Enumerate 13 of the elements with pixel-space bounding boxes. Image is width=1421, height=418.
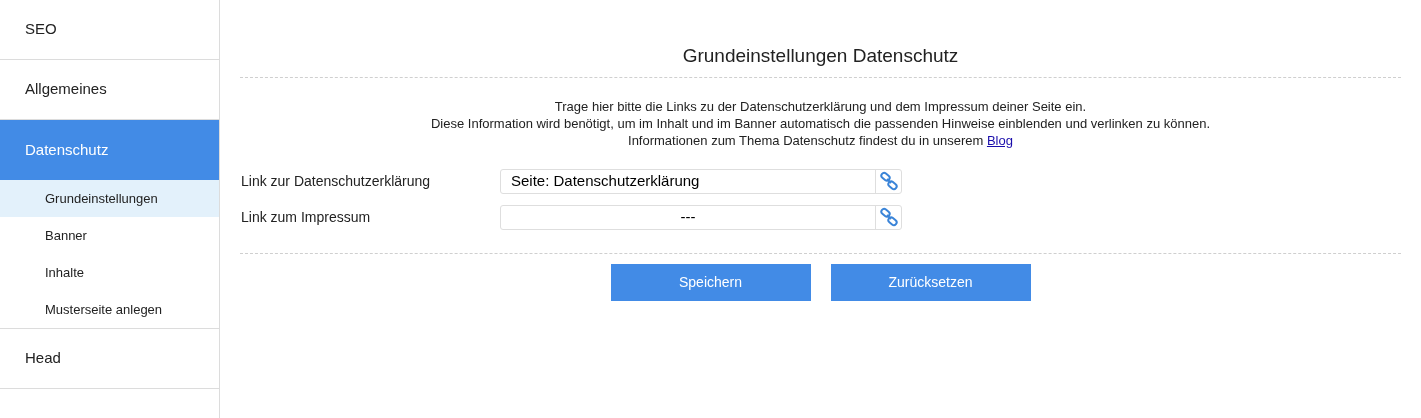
field-label: Link zum Impressum xyxy=(240,207,372,227)
description-text: Trage hier bitte die Links zu der Datenschutzerklärung und dem Impressum deiner Seite ein. Diese Information wird benötigt, um im Inhalt und im Banner automatisch die passenden Hinweise einblenden und verlinken zu können. Informationen zum Thema Datenschutz findest du in unserem Blog xyxy=(430,97,1211,149)
link-icon[interactable] xyxy=(878,171,899,191)
page-title: Grundeinstellungen Datenschutz xyxy=(681,44,960,68)
sidebar-subitem[interactable]: Musterseite anlegen xyxy=(0,291,219,328)
sidebar-subitem[interactable]: Inhalte xyxy=(0,254,219,291)
sidebar-subitem[interactable]: Banner xyxy=(0,217,219,254)
sidebar-item[interactable]: SEO xyxy=(0,0,219,60)
link-icon[interactable] xyxy=(878,207,899,227)
sidebar-subitem[interactable]: Grundeinstellungen xyxy=(0,180,219,217)
field-label: Link zur Datenschutzerklärung xyxy=(240,171,432,191)
blog-link[interactable]: Blog xyxy=(986,132,1013,148)
sidebar-item[interactable]: Head xyxy=(0,329,219,389)
